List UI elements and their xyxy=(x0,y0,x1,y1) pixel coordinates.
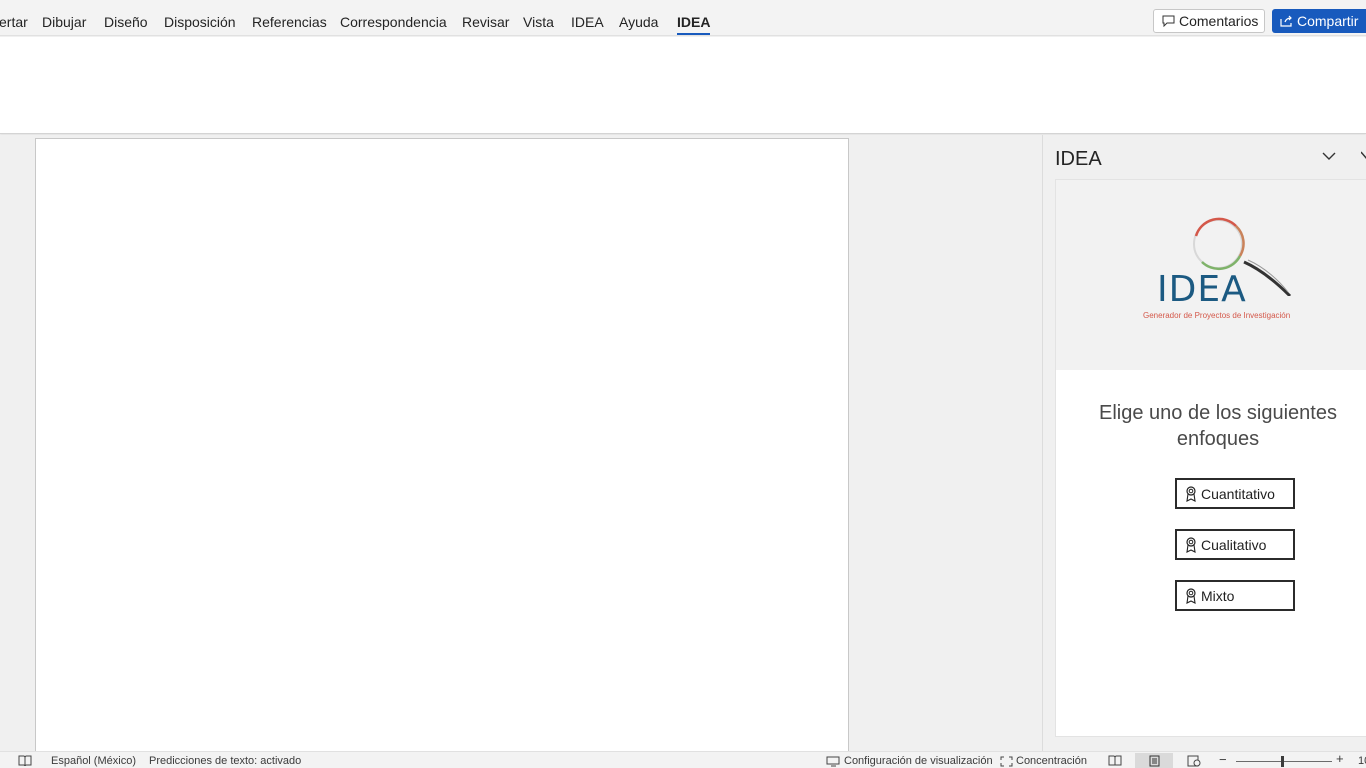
document-page[interactable] xyxy=(35,138,849,758)
tab-vista[interactable]: Vista xyxy=(523,13,554,31)
tab-revisar[interactable]: Revisar xyxy=(462,13,509,31)
comment-icon xyxy=(1162,15,1175,27)
cualitativo-button[interactable]: Cualitativo xyxy=(1175,529,1295,560)
web-layout-icon[interactable] xyxy=(1185,753,1203,768)
ribbon-award-icon xyxy=(1185,485,1197,502)
tab-disposicion[interactable]: Disposición xyxy=(164,13,236,31)
tab-dibujar[interactable]: Dibujar xyxy=(42,13,86,31)
share-icon xyxy=(1280,15,1293,27)
tab-ayuda[interactable]: Ayuda xyxy=(619,13,658,31)
focus-label: Concentración xyxy=(1016,755,1087,767)
zoom-in-icon[interactable]: + xyxy=(1336,752,1344,765)
proofing-book-icon[interactable] xyxy=(18,755,32,766)
logo-banner: IDEA Generador de Proyectos de Investiga… xyxy=(1056,180,1366,370)
tab-idea-active[interactable]: IDEA xyxy=(677,13,711,35)
status-bar: Español (México) Predicciones de texto: … xyxy=(0,751,1366,768)
zoom-slider-thumb[interactable] xyxy=(1281,756,1284,767)
display-settings-label: Configuración de visualización xyxy=(844,755,993,767)
read-mode-icon[interactable] xyxy=(1106,753,1124,768)
focus-button[interactable]: Concentración xyxy=(1000,755,1087,767)
mixto-button[interactable]: Mixto xyxy=(1175,580,1295,611)
tab-diseno[interactable]: Diseño xyxy=(104,13,148,31)
chevron-down-icon[interactable] xyxy=(1321,149,1337,167)
share-label: Compartir xyxy=(1297,13,1359,29)
choice-label: Cualitativo xyxy=(1201,536,1267,553)
tab-referencias[interactable]: Referencias xyxy=(252,13,327,31)
ribbon-award-icon xyxy=(1185,587,1197,604)
pane-title: IDEA xyxy=(1055,148,1102,170)
display-settings-button[interactable]: Configuración de visualización xyxy=(826,755,993,767)
logo-tagline: Generador de Proyectos de Investigación xyxy=(1143,311,1291,320)
share-button[interactable]: Compartir xyxy=(1272,9,1366,33)
logo-wordmark: IDEA xyxy=(1157,269,1247,310)
tab-insertar[interactable]: ertar xyxy=(0,13,28,31)
print-layout-icon[interactable] xyxy=(1135,753,1173,768)
approach-prompt: Elige uno de los siguientes enfoques xyxy=(1099,402,1337,450)
zoom-level[interactable]: 10 xyxy=(1358,755,1366,767)
comments-button[interactable]: Comentarios xyxy=(1153,9,1265,33)
display-settings-icon xyxy=(826,756,840,766)
close-icon[interactable] xyxy=(1360,149,1366,167)
focus-icon xyxy=(1000,756,1013,766)
pane-content: IDEA Generador de Proyectos de Investiga… xyxy=(1055,179,1366,737)
ribbon-commands-area xyxy=(0,37,1366,134)
tab-correspondencia[interactable]: Correspondencia xyxy=(340,13,447,31)
tab-idea[interactable]: IDEA xyxy=(571,13,604,31)
zoom-slider[interactable] xyxy=(1236,761,1332,762)
idea-task-pane: IDEA IDEA Generador de Proyectos de Inve… xyxy=(1042,135,1366,751)
document-canvas xyxy=(0,135,1042,758)
ribbon-tab-bar: ertar Dibujar Diseño Disposición Referen… xyxy=(0,0,1366,36)
zoom-out-icon[interactable]: − xyxy=(1219,753,1227,766)
choice-label: Mixto xyxy=(1201,587,1235,604)
text-predictions-status[interactable]: Predicciones de texto: activado xyxy=(149,755,301,767)
comments-label: Comentarios xyxy=(1179,13,1259,29)
ribbon-award-icon xyxy=(1185,536,1197,553)
choice-label: Cuantitativo xyxy=(1201,485,1275,502)
cuantitativo-button[interactable]: Cuantitativo xyxy=(1175,478,1295,509)
language-status[interactable]: Español (México) xyxy=(51,755,136,767)
